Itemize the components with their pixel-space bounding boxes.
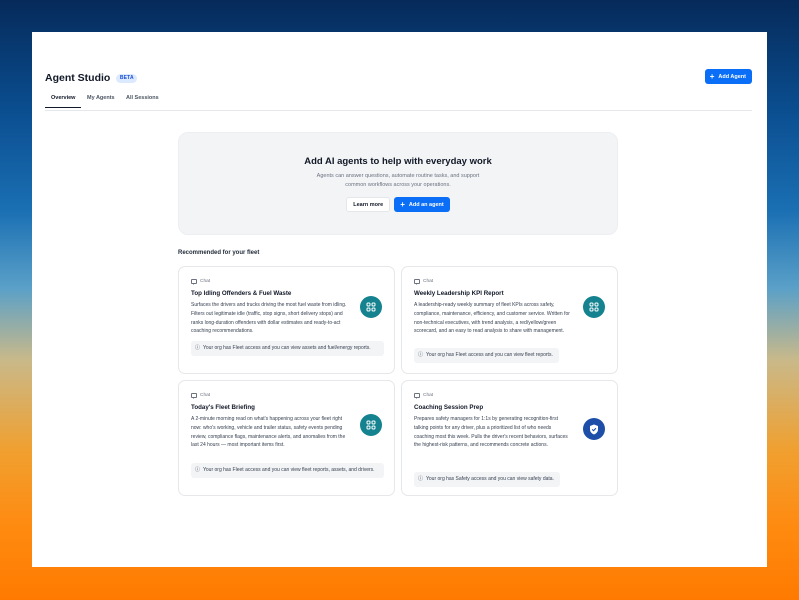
access-text: Your org has Safety access and you can v… bbox=[426, 476, 554, 482]
chat-bubble-icon bbox=[360, 296, 382, 318]
card-title: Weekly Leadership KPI Report bbox=[414, 290, 504, 297]
app-window: Agent Studio BETA + Add Agent Overview M… bbox=[32, 32, 767, 567]
chat-icon bbox=[191, 279, 197, 285]
access-note: ⓘ Your org has Safety access and you can… bbox=[414, 472, 560, 487]
access-text: Your org has Fleet access and you can vi… bbox=[203, 467, 375, 473]
hero-title: Add AI agents to help with everyday work bbox=[304, 156, 492, 167]
plus-icon: + bbox=[400, 199, 405, 209]
card-type: Chat bbox=[414, 393, 434, 399]
card-type-label: Chat bbox=[423, 393, 434, 398]
shield-check-icon bbox=[583, 418, 605, 440]
card-type: Chat bbox=[414, 279, 434, 285]
hero-panel: Add AI agents to help with everyday work… bbox=[178, 132, 618, 235]
info-icon: ⓘ bbox=[418, 476, 424, 482]
tab-my-agents[interactable]: My Agents bbox=[81, 95, 121, 107]
beta-badge: BETA bbox=[116, 73, 138, 83]
plus-icon: + bbox=[709, 71, 715, 81]
card-type-label: Chat bbox=[200, 279, 211, 284]
agent-card[interactable]: Chat Today's Fleet Briefing A 2-minute m… bbox=[178, 380, 395, 496]
add-an-agent-button[interactable]: + Add an agent bbox=[394, 197, 450, 212]
info-icon: ⓘ bbox=[195, 345, 201, 351]
tab-bar: Overview My Agents All Sessions bbox=[45, 93, 752, 111]
add-agent-label: Add Agent bbox=[718, 73, 746, 80]
card-title: Today's Fleet Briefing bbox=[191, 404, 255, 411]
access-note: ⓘ Your org has Fleet access and you can … bbox=[191, 341, 384, 356]
learn-more-button[interactable]: Learn more bbox=[346, 197, 391, 212]
agent-card[interactable]: Chat Top Idling Offenders & Fuel Waste S… bbox=[178, 266, 395, 374]
card-description: Prepares safety managers for 1:1s by gen… bbox=[414, 416, 568, 449]
chat-icon bbox=[191, 393, 197, 399]
card-title: Coaching Session Prep bbox=[414, 404, 484, 411]
add-agent-button[interactable]: + Add Agent bbox=[704, 69, 752, 84]
page-header: Agent Studio BETA + Add Agent bbox=[45, 69, 752, 89]
card-type-label: Chat bbox=[423, 279, 434, 284]
info-icon: ⓘ bbox=[195, 467, 201, 473]
tab-overview[interactable]: Overview bbox=[45, 95, 82, 108]
hero-subtitle: Agents can answer questions, automate ro… bbox=[316, 173, 480, 188]
add-an-agent-label: Add an agent bbox=[408, 201, 444, 208]
chat-bubble-icon bbox=[360, 414, 382, 436]
title-group: Agent Studio BETA bbox=[45, 72, 138, 84]
access-text: Your org has Fleet access and you can vi… bbox=[203, 345, 371, 351]
card-type: Chat bbox=[191, 279, 211, 285]
agent-card[interactable]: Chat Weekly Leadership KPI Report A lead… bbox=[401, 266, 618, 374]
tab-all-sessions[interactable]: All Sessions bbox=[120, 95, 165, 107]
recommended-heading: Recommended for your fleet bbox=[178, 250, 260, 256]
card-description: Surfaces the drivers and trucks driving … bbox=[191, 302, 347, 335]
card-title: Top Idling Offenders & Fuel Waste bbox=[191, 290, 292, 297]
agent-card[interactable]: Chat Coaching Session Prep Prepares safe… bbox=[401, 380, 618, 496]
card-type-label: Chat bbox=[200, 393, 211, 398]
hero-actions: Learn more + Add an agent bbox=[179, 197, 617, 212]
access-note: ⓘ Your org has Fleet access and you can … bbox=[191, 463, 384, 478]
chat-icon bbox=[414, 279, 420, 285]
access-note: ⓘ Your org has Fleet access and you can … bbox=[414, 348, 559, 363]
chat-icon bbox=[414, 393, 420, 399]
chat-bubble-icon bbox=[583, 296, 605, 318]
card-description: A 2-minute morning read on what's happen… bbox=[191, 416, 346, 449]
access-text: Your org has Fleet access and you can vi… bbox=[426, 352, 553, 358]
info-icon: ⓘ bbox=[418, 352, 424, 358]
card-type: Chat bbox=[191, 393, 211, 399]
card-description: A leadership-ready weekly summary of fle… bbox=[414, 302, 570, 335]
page-title: Agent Studio bbox=[45, 72, 111, 84]
